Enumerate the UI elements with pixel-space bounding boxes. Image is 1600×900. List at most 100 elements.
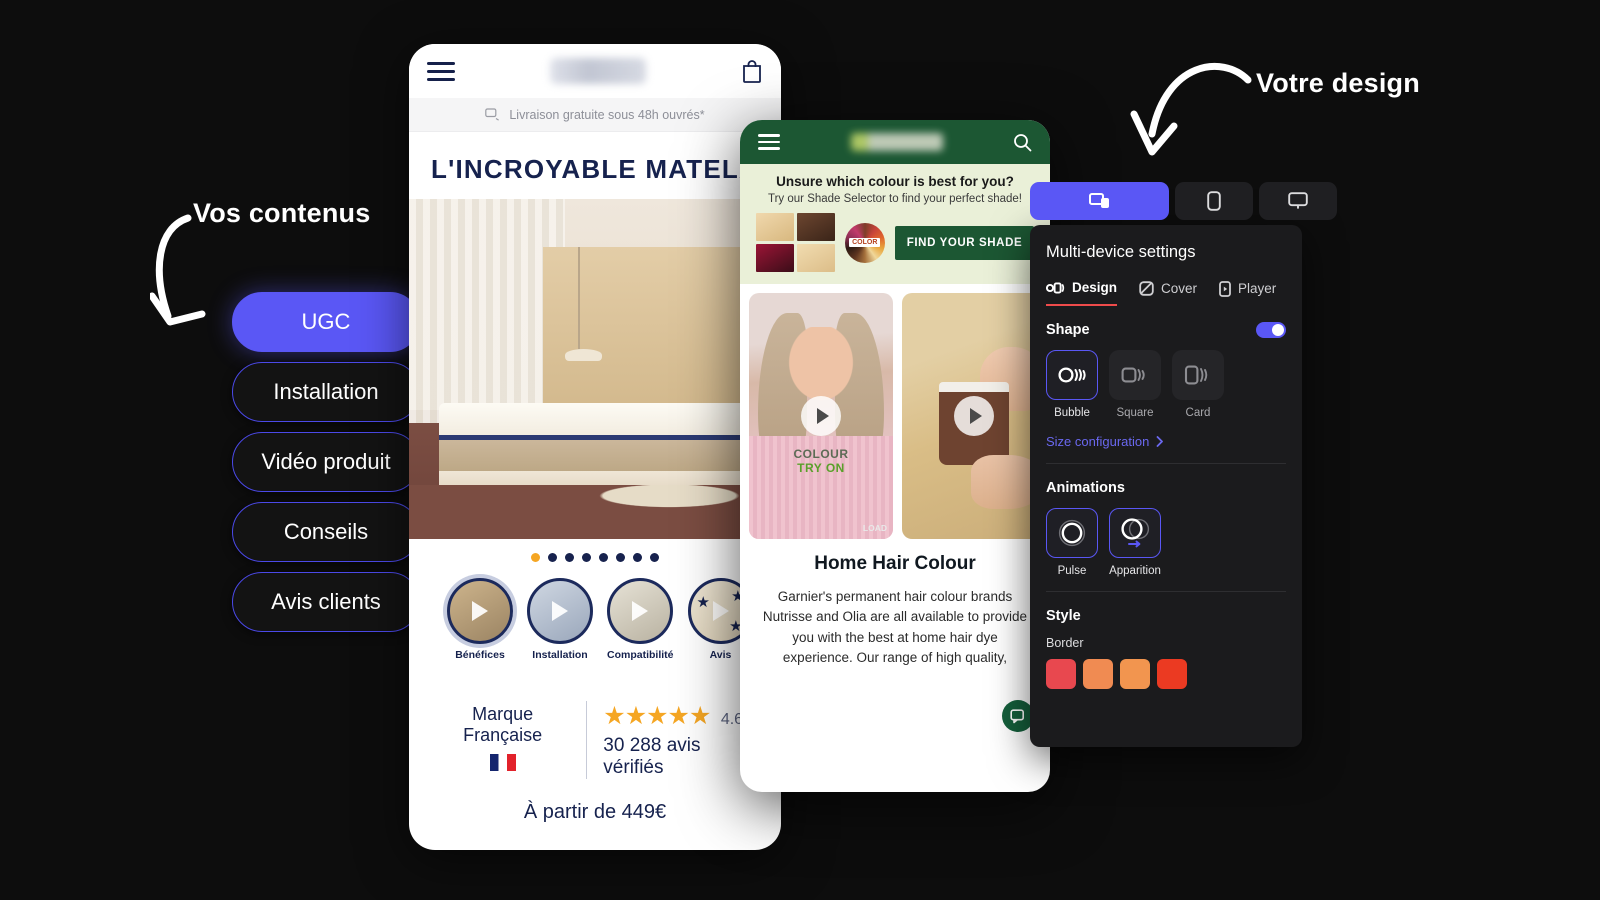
play-icon[interactable] bbox=[801, 396, 841, 436]
shape-option-box[interactable] bbox=[1109, 350, 1161, 400]
device-tab-desktop[interactable] bbox=[1259, 182, 1337, 220]
carousel-dot[interactable] bbox=[650, 553, 659, 562]
border-color-swatch[interactable] bbox=[1120, 659, 1150, 689]
play-icon bbox=[632, 601, 648, 621]
tab-cover[interactable]: Cover bbox=[1139, 281, 1197, 305]
device-tab-multi-device[interactable] bbox=[1030, 182, 1169, 220]
play-icon bbox=[712, 601, 729, 621]
shade-swatch[interactable] bbox=[796, 244, 835, 272]
carousel-dot[interactable] bbox=[531, 553, 540, 562]
chat-bubble-glyph bbox=[1010, 708, 1025, 723]
size-configuration-link[interactable]: Size configuration bbox=[1046, 434, 1286, 449]
divider bbox=[1046, 463, 1286, 464]
mobile-icon bbox=[1207, 191, 1221, 211]
review-count: 30 288 avis vérifiés bbox=[603, 735, 701, 778]
content-pill-label: Installation bbox=[273, 379, 379, 404]
shape-option-box[interactable] bbox=[1172, 350, 1224, 400]
tab-design[interactable]: Design bbox=[1046, 280, 1118, 306]
product-hero-image bbox=[409, 199, 781, 539]
shade-swatch[interactable] bbox=[755, 244, 794, 272]
story-bubble-benefices[interactable]: Bénéfices bbox=[447, 578, 513, 661]
animation-option-label: Apparition bbox=[1109, 565, 1161, 577]
carousel-dots[interactable] bbox=[409, 539, 781, 572]
panel-tabs: Design Cover Player bbox=[1046, 280, 1286, 306]
animation-option-box[interactable] bbox=[1046, 508, 1098, 558]
article-title: Home Hair Colour bbox=[814, 553, 976, 574]
animation-option-box[interactable] bbox=[1109, 508, 1161, 558]
size-configuration-label: Size configuration bbox=[1046, 434, 1150, 449]
content-pill-list: UGC Installation Vidéo produit Conseils … bbox=[232, 292, 420, 642]
star-icon: ★ bbox=[696, 594, 710, 611]
carousel-dot[interactable] bbox=[633, 553, 642, 562]
shade-swatch[interactable] bbox=[796, 213, 835, 241]
color-wheel-icon[interactable]: COLOR bbox=[844, 222, 885, 263]
hamburger-icon[interactable] bbox=[427, 57, 455, 86]
story-thumbnail[interactable] bbox=[447, 578, 513, 644]
animation-option-apparition[interactable]: Apparition bbox=[1109, 508, 1161, 577]
story-thumbnail[interactable] bbox=[527, 578, 593, 644]
device-tab-mobile[interactable] bbox=[1175, 182, 1253, 220]
carousel-dot[interactable] bbox=[599, 553, 608, 562]
story-label: Bénéfices bbox=[455, 649, 505, 661]
shape-option-card[interactable]: Card bbox=[1172, 350, 1224, 419]
device-preview-tabbar bbox=[1030, 182, 1337, 220]
multi-device-icon bbox=[1088, 193, 1109, 208]
tab-label: Design bbox=[1072, 280, 1118, 295]
garnier-logo bbox=[850, 133, 943, 151]
hamburger-icon[interactable] bbox=[758, 130, 780, 154]
story-bubble-installation[interactable]: Installation bbox=[527, 578, 593, 661]
border-color-swatch[interactable] bbox=[1157, 659, 1187, 689]
search-icon[interactable] bbox=[1013, 133, 1032, 152]
rating-block[interactable]: ★★★★★ 4.6 30 288 avis vérifiés bbox=[586, 701, 755, 779]
curved-arrow-right-icon bbox=[1130, 63, 1252, 156]
play-icon[interactable] bbox=[954, 396, 994, 436]
content-pill-label: UGC bbox=[301, 309, 351, 334]
site-logo bbox=[550, 58, 646, 84]
shape-option-square[interactable]: Square bbox=[1109, 350, 1161, 419]
tab-label: Cover bbox=[1161, 281, 1198, 296]
mattress-site-topbar bbox=[409, 44, 781, 98]
tab-player[interactable]: Player bbox=[1219, 280, 1276, 306]
shape-toggle[interactable] bbox=[1256, 322, 1286, 338]
animations-heading: Animations bbox=[1046, 480, 1125, 496]
pulse-animation-icon bbox=[1058, 519, 1086, 547]
story-thumbnail[interactable] bbox=[607, 578, 673, 644]
story-label: Compatibilité bbox=[607, 649, 674, 661]
carousel-dot[interactable] bbox=[616, 553, 625, 562]
shape-option-box[interactable] bbox=[1046, 350, 1098, 400]
border-label: Border bbox=[1046, 636, 1084, 650]
content-pill-avis-clients[interactable]: Avis clients bbox=[232, 572, 420, 632]
shade-swatch[interactable] bbox=[755, 213, 794, 241]
ugc-video-card[interactable]: COLOUR TRY ON LOAD bbox=[749, 293, 893, 539]
border-color-swatch[interactable] bbox=[1083, 659, 1113, 689]
border-color-swatch[interactable] bbox=[1046, 659, 1076, 689]
carousel-dot[interactable] bbox=[565, 553, 574, 562]
find-your-shade-button[interactable]: FIND YOUR SHADE bbox=[894, 225, 1035, 260]
content-pill-video-produit[interactable]: Vidéo produit bbox=[232, 432, 420, 492]
ugc-video-card[interactable] bbox=[902, 293, 1046, 539]
shape-option-label: Bubble bbox=[1054, 407, 1090, 419]
content-pill-conseils[interactable]: Conseils bbox=[232, 502, 420, 562]
carousel-dot[interactable] bbox=[548, 553, 557, 562]
animations-section-header: Animations bbox=[1046, 480, 1286, 496]
design-icon bbox=[1046, 281, 1065, 294]
shade-swatch-grid bbox=[755, 213, 835, 272]
star-rating: ★★★★★ bbox=[603, 702, 711, 730]
content-pill-ugc[interactable]: UGC bbox=[232, 292, 420, 352]
desktop-icon bbox=[1288, 192, 1308, 209]
video-overlay-text: COLOUR TRY ON bbox=[749, 447, 893, 475]
french-flag-icon bbox=[489, 754, 516, 771]
story-bubble-compatibilite[interactable]: Compatibilité bbox=[607, 578, 674, 661]
shape-option-bubble[interactable]: Bubble bbox=[1046, 350, 1098, 419]
shape-options: Bubble Square Card bbox=[1046, 350, 1286, 419]
video-loading-text: LOAD bbox=[862, 523, 887, 533]
story-label: Installation bbox=[532, 649, 588, 661]
shopping-bag-icon[interactable] bbox=[741, 59, 763, 83]
shade-banner-heading: Unsure which colour is best for you? bbox=[776, 174, 1014, 189]
shape-heading: Shape bbox=[1046, 322, 1090, 338]
phone-mockup-garnier-site: Unsure which colour is best for you? Try… bbox=[740, 120, 1050, 792]
animation-option-pulse[interactable]: Pulse bbox=[1046, 508, 1098, 577]
content-pill-installation[interactable]: Installation bbox=[232, 362, 420, 422]
carousel-dot[interactable] bbox=[582, 553, 591, 562]
style-section-header: Style bbox=[1046, 608, 1286, 624]
